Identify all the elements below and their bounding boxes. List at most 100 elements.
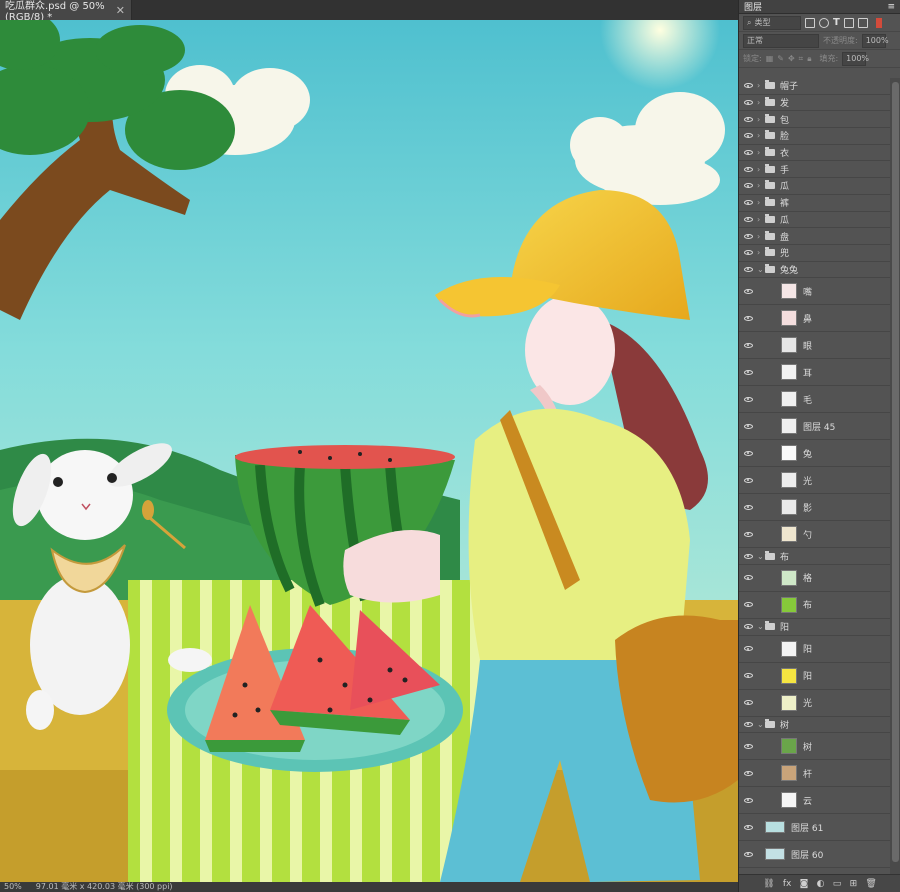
layer-name[interactable]: 图层 60 — [791, 848, 823, 861]
layer-name[interactable]: 阳 — [803, 669, 812, 682]
filter-type-icon[interactable]: T — [833, 17, 840, 28]
layer-row[interactable]: 兔 — [739, 440, 890, 468]
visibility-eye-icon[interactable] — [739, 197, 757, 208]
layer-thumbnail[interactable] — [781, 667, 797, 684]
layer-name[interactable]: 盘 — [780, 230, 789, 243]
visibility-eye-icon[interactable] — [739, 264, 757, 275]
layer-thumbnail[interactable] — [781, 569, 797, 586]
visibility-eye-icon[interactable] — [739, 130, 757, 141]
filter-kind-select[interactable]: ⌕ 类型 — [743, 15, 801, 30]
layer-group-row[interactable]: ⌄ 布 — [739, 548, 890, 565]
layer-row[interactable]: 影 — [739, 494, 890, 522]
layer-row[interactable]: 树 — [739, 733, 890, 761]
layer-row[interactable]: 勺 — [739, 521, 890, 549]
visibility-eye-icon[interactable] — [739, 529, 757, 540]
layer-thumbnail[interactable] — [765, 821, 785, 834]
layer-name[interactable]: 光 — [803, 696, 812, 709]
fill-field[interactable]: 100% — [842, 51, 869, 66]
layer-name[interactable]: 杆 — [803, 767, 812, 780]
chevron-right-icon[interactable]: › — [757, 98, 765, 107]
layer-name[interactable]: 布 — [803, 598, 812, 611]
layer-thumbnail[interactable] — [765, 848, 785, 861]
document-tab[interactable]: 吃瓜群众.psd @ 50%(RGB/8) * ✕ — [0, 0, 132, 23]
layer-name[interactable]: 阳 — [780, 620, 789, 633]
layer-group-row[interactable]: › 瓜 — [739, 178, 890, 195]
layer-name[interactable]: 阳 — [803, 642, 812, 655]
layer-name[interactable]: 影 — [803, 501, 812, 514]
filter-toggle[interactable] — [875, 17, 882, 28]
layer-thumbnail[interactable] — [781, 310, 797, 327]
layer-group-row[interactable]: › 包 — [739, 111, 890, 129]
visibility-eye-icon[interactable] — [739, 114, 757, 125]
layer-name[interactable]: 鼻 — [803, 312, 812, 325]
layer-name[interactable]: 图层 61 — [791, 821, 823, 834]
new-layer-icon[interactable]: ⊞ — [850, 879, 858, 889]
panel-menu-icon[interactable]: ≡ — [887, 2, 895, 12]
layer-thumbnail[interactable] — [781, 526, 797, 543]
visibility-eye-icon[interactable] — [739, 97, 757, 108]
layer-name[interactable]: 瓜 — [780, 179, 789, 192]
visibility-eye-icon[interactable] — [739, 697, 757, 708]
blend-mode-select[interactable]: 正常 — [743, 33, 819, 48]
visibility-eye-icon[interactable] — [739, 286, 757, 297]
chevron-right-icon[interactable]: › — [757, 148, 765, 157]
layer-thumbnail[interactable] — [781, 337, 797, 354]
panel-title[interactable]: 图层 — [744, 0, 762, 13]
visibility-eye-icon[interactable] — [739, 599, 757, 610]
layer-group-row[interactable]: › 帽子 — [739, 78, 890, 95]
layer-name[interactable]: 兔兔 — [780, 263, 798, 276]
layer-name[interactable]: 树 — [803, 740, 812, 753]
layer-list-scrollbar[interactable] — [890, 78, 900, 874]
new-group-icon[interactable]: ▭ — [833, 879, 842, 889]
visibility-eye-icon[interactable] — [739, 572, 757, 583]
chevron-down-icon[interactable]: ⌄ — [757, 265, 765, 274]
layer-name[interactable]: 格 — [803, 571, 812, 584]
visibility-eye-icon[interactable] — [739, 164, 757, 175]
chevron-right-icon[interactable]: › — [757, 198, 765, 207]
visibility-eye-icon[interactable] — [739, 180, 757, 191]
layer-name[interactable]: 裤 — [780, 196, 789, 209]
visibility-eye-icon[interactable] — [739, 475, 757, 486]
layer-name[interactable]: 瓜 — [780, 213, 789, 226]
visibility-eye-icon[interactable] — [739, 849, 757, 860]
layer-name[interactable]: 云 — [803, 794, 812, 807]
layer-group-row[interactable]: ⌄ 兔兔 — [739, 262, 890, 279]
document-info[interactable]: 97.01 毫米 x 420.03 毫米 (300 ppi) — [36, 882, 173, 892]
filter-adjustment-icon[interactable] — [819, 17, 829, 28]
chevron-right-icon[interactable]: › — [757, 248, 765, 257]
layer-row[interactable]: 布 — [739, 592, 890, 619]
layer-name[interactable]: 树 — [780, 718, 789, 731]
chevron-down-icon[interactable]: ⌄ — [757, 720, 765, 729]
layer-name[interactable]: 图层 45 — [803, 420, 835, 433]
layer-name[interactable]: 帽子 — [780, 79, 798, 92]
artboard-canvas[interactable] — [0, 20, 738, 882]
chevron-down-icon[interactable]: ⌄ — [757, 622, 765, 631]
layer-thumbnail[interactable] — [781, 472, 797, 489]
layer-name[interactable]: 手 — [780, 163, 789, 176]
visibility-eye-icon[interactable] — [739, 367, 757, 378]
visibility-eye-icon[interactable] — [739, 448, 757, 459]
layer-thumbnail[interactable] — [781, 640, 797, 657]
lock-brush-icon[interactable]: ✎ — [777, 54, 784, 63]
layer-group-row[interactable]: › 瓜 — [739, 212, 890, 229]
layer-row[interactable]: 嘴 — [739, 278, 890, 306]
layer-group-row[interactable]: › 兜 — [739, 245, 890, 262]
visibility-eye-icon[interactable] — [739, 231, 757, 242]
chevron-right-icon[interactable]: › — [757, 165, 765, 174]
lock-transparent-icon[interactable]: ▦ — [766, 54, 774, 63]
layer-thumbnail[interactable] — [781, 418, 797, 435]
layer-name[interactable]: 发 — [780, 96, 789, 109]
scrollbar-thumb[interactable] — [892, 82, 899, 862]
layer-thumbnail[interactable] — [781, 738, 797, 755]
lock-all-icon[interactable]: 🔒︎ — [807, 54, 811, 64]
visibility-eye-icon[interactable] — [739, 421, 757, 432]
visibility-eye-icon[interactable] — [739, 621, 757, 632]
layer-group-row[interactable]: › 脸 — [739, 128, 890, 145]
lock-artboard-icon[interactable]: ⌗ — [799, 54, 804, 64]
layer-thumbnail[interactable] — [781, 765, 797, 782]
layer-thumbnail[interactable] — [781, 792, 797, 809]
layer-row[interactable]: 光 — [739, 690, 890, 717]
visibility-eye-icon[interactable] — [739, 643, 757, 654]
chevron-right-icon[interactable]: › — [757, 232, 765, 241]
visibility-eye-icon[interactable] — [739, 670, 757, 681]
